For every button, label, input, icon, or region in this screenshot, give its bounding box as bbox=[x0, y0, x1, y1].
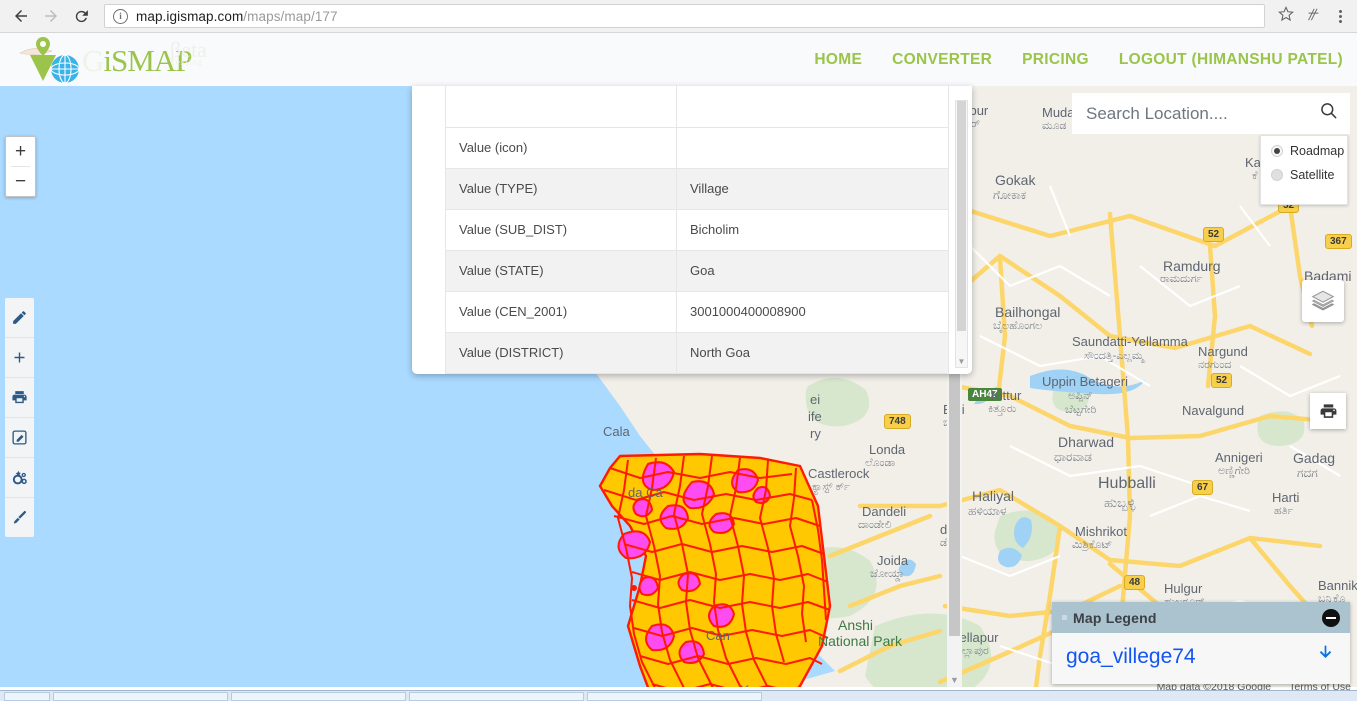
download-arrow-icon[interactable] bbox=[1315, 643, 1336, 670]
attribute-scrollbar-thumb[interactable] bbox=[957, 101, 966, 331]
map-type-roadmap-label: Roadmap bbox=[1290, 144, 1345, 158]
star-icon[interactable] bbox=[1273, 5, 1299, 27]
gears-icon[interactable] bbox=[5, 458, 34, 498]
taskbar-item[interactable] bbox=[53, 691, 228, 701]
nav-pricing[interactable]: PRICING bbox=[1022, 51, 1089, 69]
back-icon[interactable] bbox=[6, 1, 36, 31]
attribute-key-cell: Value (icon) bbox=[445, 126, 677, 169]
table-row: Value (CEN_2001) 3001000400008900 bbox=[445, 290, 949, 333]
map-print-button[interactable] bbox=[1310, 393, 1346, 429]
zoom-out-button[interactable]: − bbox=[6, 167, 35, 196]
attribute-key-cell: Value (CEN_2001) bbox=[445, 290, 677, 333]
taskbar-item[interactable] bbox=[587, 691, 762, 701]
map-legend-title: Map Legend bbox=[1073, 609, 1157, 626]
zoom-in-button[interactable]: + bbox=[6, 137, 35, 166]
map-legend-header: Map Legend bbox=[1052, 602, 1350, 633]
taskbar-item[interactable] bbox=[231, 691, 406, 701]
url-text: map.igismap.com/maps/map/177 bbox=[136, 9, 338, 24]
map-type-control: Roadmap Satellite bbox=[1260, 135, 1348, 205]
kebab-menu-icon[interactable] bbox=[1327, 9, 1353, 23]
attribute-key-cell: Value (DISTRICT) bbox=[445, 331, 677, 374]
address-bar[interactable]: i map.igismap.com/maps/map/177 bbox=[104, 4, 1265, 28]
reload-icon[interactable] bbox=[66, 1, 96, 31]
feature-attribute-panel: Value (icon) Value (TYPE) Village Value (SU… bbox=[412, 86, 972, 374]
forward-icon[interactable] bbox=[36, 1, 66, 31]
url-path: /maps/map/177 bbox=[243, 8, 338, 24]
attribute-table: Value (icon) Value (TYPE) Village Value (SU… bbox=[445, 86, 949, 374]
extension-icon[interactable] bbox=[1299, 6, 1327, 27]
table-row: Value (STATE) Goa bbox=[445, 249, 949, 292]
attribute-key-cell: Value (STATE) bbox=[445, 249, 677, 292]
nav-converter[interactable]: CONVERTER bbox=[892, 51, 992, 69]
table-cell-key bbox=[445, 86, 677, 128]
taskbar-start-button[interactable] bbox=[4, 691, 50, 701]
url-host: map.igismap.com bbox=[136, 8, 244, 24]
logo-pale-letters: G bbox=[82, 43, 104, 78]
legend-bullet-icon bbox=[1062, 615, 1067, 620]
pencil-icon[interactable] bbox=[5, 298, 34, 338]
attribute-panel-scrollbar[interactable]: ▼ bbox=[955, 100, 968, 368]
page-scroll-down-arrow[interactable]: ▼ bbox=[947, 675, 962, 685]
search-location-box[interactable] bbox=[1072, 93, 1350, 134]
info-icon[interactable]: i bbox=[113, 8, 128, 24]
map-type-satellite-label: Satellite bbox=[1290, 168, 1335, 182]
nav-logout[interactable]: LOGOUT (HIMANSHU PATEL) bbox=[1119, 51, 1343, 69]
radio-satellite-icon[interactable] bbox=[1271, 169, 1283, 181]
zoom-control: + − bbox=[5, 136, 36, 197]
search-icon[interactable] bbox=[1319, 101, 1338, 126]
table-row: Value (icon) bbox=[445, 126, 949, 169]
attribute-value-cell: Goa bbox=[676, 249, 949, 292]
table-row: Value (TYPE) Village bbox=[445, 167, 949, 210]
edit-square-icon[interactable] bbox=[5, 418, 34, 458]
map-legend-panel: Map Legend goa_villege74 bbox=[1052, 602, 1350, 684]
plus-icon[interactable] bbox=[5, 338, 34, 378]
map-type-roadmap[interactable]: Roadmap bbox=[1271, 144, 1344, 158]
attribute-key-cell: Value (TYPE) bbox=[445, 167, 677, 210]
map-legend-body: goa_villege74 bbox=[1052, 633, 1350, 684]
attribute-key-cell: Value (SUB_DIST) bbox=[445, 208, 677, 251]
table-row: Value (DISTRICT) North Goa bbox=[445, 331, 949, 374]
taskbar-item[interactable] bbox=[409, 691, 584, 701]
map-type-satellite[interactable]: Satellite bbox=[1271, 168, 1337, 182]
site-header: GiSMAP βeta Testing HOME CONVERTER PRICIN… bbox=[0, 33, 1357, 86]
attribute-value-cell: Village bbox=[676, 167, 949, 210]
attribute-scroll-down-arrow[interactable]: ▼ bbox=[956, 357, 967, 366]
paintbrush-icon[interactable] bbox=[5, 498, 34, 537]
igismap-logo[interactable]: GiSMAP βeta Testing bbox=[12, 31, 232, 89]
logo-beta-sub: Testing bbox=[170, 57, 204, 67]
attribute-value-cell: Bicholim bbox=[676, 208, 949, 251]
table-cell-value bbox=[676, 86, 949, 128]
layers-stack-icon[interactable] bbox=[1302, 280, 1344, 322]
legend-layer-name[interactable]: goa_villege74 bbox=[1066, 645, 1315, 669]
table-row-clipped bbox=[445, 86, 949, 128]
printer-icon[interactable] bbox=[5, 378, 34, 418]
map-tool-rail bbox=[5, 298, 34, 537]
attribute-value-cell bbox=[676, 126, 949, 169]
application-window: i map.igismap.com/maps/map/177 GiSMAP βe… bbox=[0, 0, 1357, 701]
main-navigation: HOME CONVERTER PRICING LOGOUT (HIMANSHU … bbox=[814, 33, 1343, 86]
attribute-value-cell: 3001000400008900 bbox=[676, 290, 949, 333]
logo-beta-badge: βeta Testing bbox=[170, 37, 207, 67]
minimize-circle-icon[interactable] bbox=[1322, 608, 1340, 627]
table-row: Value (SUB_DIST) Bicholim bbox=[445, 208, 949, 251]
nav-home[interactable]: HOME bbox=[814, 51, 862, 69]
attribute-value-cell: North Goa bbox=[676, 331, 949, 374]
logo-is: iS bbox=[103, 43, 128, 78]
attribute-scroll-area[interactable]: Value (icon) Value (TYPE) Village Value (SU… bbox=[412, 86, 972, 374]
radio-roadmap-icon[interactable] bbox=[1271, 145, 1283, 157]
browser-toolbar: i map.igismap.com/maps/map/177 bbox=[0, 0, 1357, 33]
os-taskbar bbox=[0, 690, 1357, 701]
search-input[interactable] bbox=[1084, 102, 1313, 125]
